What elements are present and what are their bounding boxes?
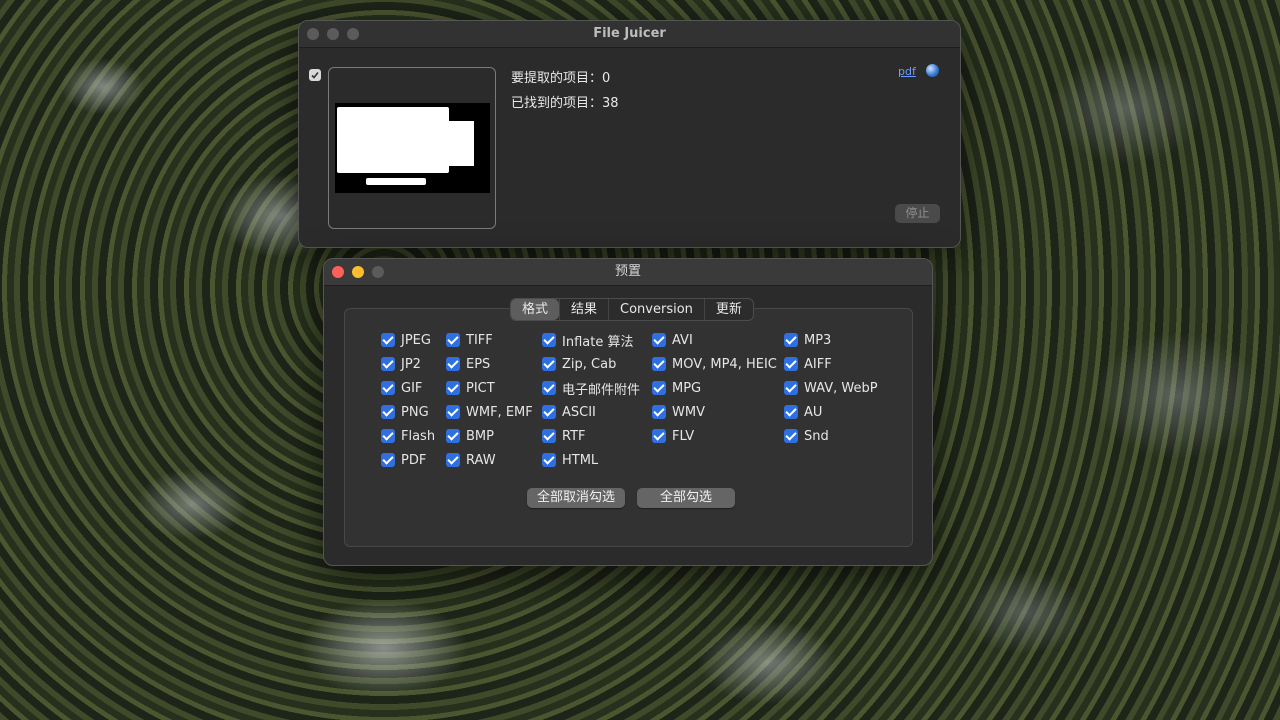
format-checkbox[interactable]: BMP xyxy=(446,426,494,446)
checkbox-checked-icon[interactable] xyxy=(784,357,798,371)
tab-formats[interactable]: 格式 xyxy=(511,299,560,320)
checkbox-checked-icon[interactable] xyxy=(446,381,460,395)
format-checkbox[interactable]: MPG xyxy=(652,378,701,398)
format-checkbox[interactable]: AVI xyxy=(652,330,693,350)
checkbox-checked-icon[interactable] xyxy=(652,333,666,347)
checkbox-checked-icon[interactable] xyxy=(446,333,460,347)
format-checkbox[interactable]: AU xyxy=(784,402,822,422)
format-checkbox[interactable]: FLV xyxy=(652,426,694,446)
checkbox-checked-icon[interactable] xyxy=(446,405,460,419)
window-title: File Juicer xyxy=(593,26,666,41)
format-checkbox[interactable]: RAW xyxy=(446,450,496,470)
checkbox-checked-icon[interactable] xyxy=(784,333,798,347)
checkbox-checked-icon[interactable] xyxy=(381,429,395,443)
checkbox-checked-icon[interactable] xyxy=(381,333,395,347)
checkbox-checked-icon[interactable] xyxy=(652,429,666,443)
checkbox-checked-icon[interactable] xyxy=(542,357,556,371)
file-juicer-titlebar: File Juicer xyxy=(299,21,960,48)
checkbox-checked-icon[interactable] xyxy=(381,453,395,467)
format-checkbox[interactable]: MP3 xyxy=(784,330,831,350)
format-checkbox[interactable]: Snd xyxy=(784,426,829,446)
format-checkbox[interactable]: WMF, EMF xyxy=(446,402,533,422)
checkbox-checked-icon[interactable] xyxy=(784,405,798,419)
file-thumbnail xyxy=(328,67,496,229)
checkbox-checked-icon[interactable] xyxy=(542,429,556,443)
format-checkbox[interactable]: MOV, MP4, HEIC xyxy=(652,354,777,374)
format-checkbox[interactable]: 电子邮件附件 xyxy=(542,378,640,398)
tab-bar: 格式 结果 Conversion 更新 xyxy=(510,298,754,321)
checkbox-checked-icon[interactable] xyxy=(542,405,556,419)
format-checkbox[interactable]: Flash xyxy=(381,426,435,446)
items-to-extract: 要提取的项目：0 xyxy=(511,71,611,86)
format-checkbox[interactable]: RTF xyxy=(542,426,586,446)
checkbox-checked-icon[interactable] xyxy=(652,357,666,371)
format-checkbox[interactable]: GIF xyxy=(381,378,422,398)
stop-button[interactable]: 停止 xyxy=(895,204,940,223)
checkbox-checked-icon[interactable] xyxy=(381,381,395,395)
format-checkbox[interactable]: PICT xyxy=(446,378,495,398)
select-all-button[interactable]: 全部勾选 xyxy=(637,488,735,508)
window-title: 预置 xyxy=(614,264,641,279)
format-checkbox[interactable]: Zip, Cab xyxy=(542,354,616,374)
checkbox-checked-icon[interactable] xyxy=(784,429,798,443)
checkbox-checked-icon[interactable] xyxy=(652,405,666,419)
checkbox-checked-icon[interactable] xyxy=(446,429,460,443)
format-checkbox[interactable]: EPS xyxy=(446,354,490,374)
checkbox-checked-icon[interactable] xyxy=(446,357,460,371)
checkbox-checked-icon[interactable] xyxy=(784,381,798,395)
checkbox-checked-icon[interactable] xyxy=(542,333,556,347)
checkbox-checked-icon[interactable] xyxy=(381,405,395,419)
file-juicer-window: File Juicer 要提取的项目：0 已找到的项目：38 pdf 停止 xyxy=(298,20,961,248)
checkbox-checked-icon[interactable] xyxy=(446,453,460,467)
globe-icon[interactable] xyxy=(926,64,939,77)
checkbox-checked-icon[interactable] xyxy=(542,381,556,395)
format-checkbox[interactable]: WMV xyxy=(652,402,705,422)
format-checkbox[interactable]: JPEG xyxy=(381,330,431,350)
tab-results[interactable]: 结果 xyxy=(559,299,608,320)
format-checkbox[interactable]: HTML xyxy=(542,450,598,470)
format-checkbox[interactable]: PDF xyxy=(381,450,426,470)
checkbox-checked-icon[interactable] xyxy=(652,381,666,395)
tab-conversion[interactable]: Conversion xyxy=(608,299,704,320)
checkbox-checked-icon[interactable] xyxy=(381,357,395,371)
include-file-checkbox[interactable] xyxy=(309,69,321,81)
format-checkbox[interactable]: PNG xyxy=(381,402,429,422)
preferences-window: 预置 格式 结果 Conversion 更新 JPEG JP2 GIF PNG … xyxy=(323,258,933,566)
format-checkbox[interactable]: TIFF xyxy=(446,330,493,350)
format-checkbox[interactable]: JP2 xyxy=(381,354,421,374)
format-checkbox[interactable]: WAV, WebP xyxy=(784,378,878,398)
format-checkbox[interactable]: ASCII xyxy=(542,402,596,422)
format-checkbox[interactable]: Inflate 算法 xyxy=(542,330,633,350)
format-checkbox[interactable]: AIFF xyxy=(784,354,832,374)
checkbox-checked-icon[interactable] xyxy=(542,453,556,467)
tab-updates[interactable]: 更新 xyxy=(703,299,753,320)
formats-panel: JPEG JP2 GIF PNG Flash PDF TIFF EPS PICT… xyxy=(344,308,913,547)
preferences-titlebar: 预置 xyxy=(324,259,932,286)
pdf-link[interactable]: pdf xyxy=(898,65,916,78)
deselect-all-button[interactable]: 全部取消勾选 xyxy=(527,488,625,508)
items-found: 已找到的项目：38 xyxy=(511,96,619,111)
